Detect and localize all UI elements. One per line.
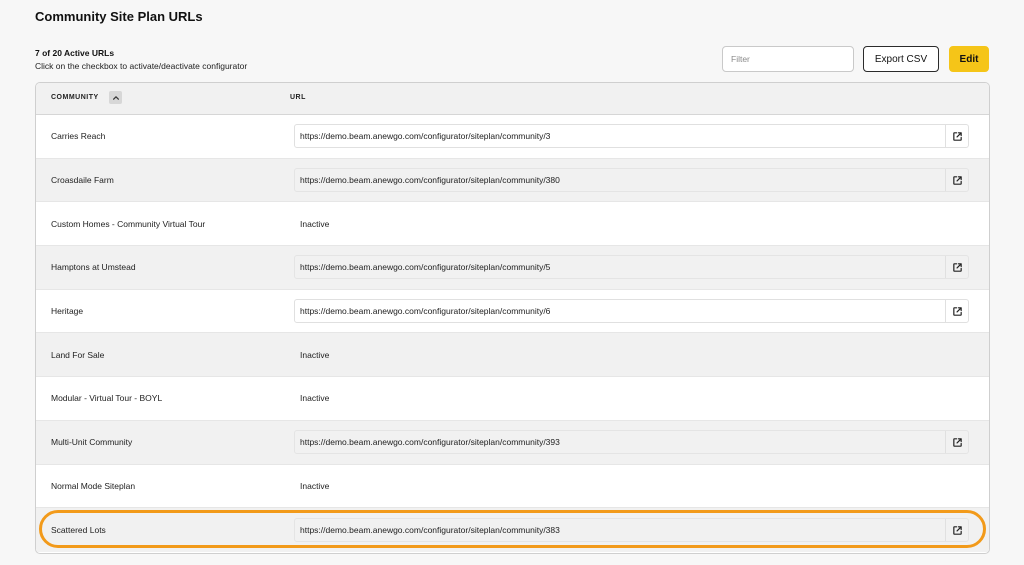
open-url-button[interactable] bbox=[950, 129, 964, 143]
url-field-divider bbox=[945, 431, 946, 454]
open-url-button[interactable] bbox=[950, 523, 964, 537]
table-row: Multi-Unit Community https://demo.beam.an… bbox=[36, 420, 989, 465]
page-title: Community Site Plan URLs bbox=[35, 9, 203, 24]
chevron-up-icon bbox=[112, 95, 119, 100]
url-field-divider bbox=[945, 300, 946, 323]
url-field[interactable]: https://demo.beam.anewgo.com/configurato… bbox=[294, 168, 969, 193]
inactive-status: Inactive bbox=[300, 393, 330, 404]
edit-button[interactable]: Edit bbox=[949, 46, 989, 72]
open-url-button[interactable] bbox=[950, 173, 964, 187]
external-link-icon bbox=[952, 175, 962, 185]
community-name: Scattered Lots bbox=[51, 525, 106, 536]
community-name: Croasdaile Farm bbox=[51, 175, 114, 186]
external-link-icon bbox=[952, 132, 962, 141]
url-text: https://demo.beam.anewgo.com/configurato… bbox=[300, 262, 551, 273]
url-field[interactable]: https://demo.beam.anewgo.com/configurato… bbox=[294, 518, 969, 543]
inactive-status: Inactive bbox=[300, 218, 330, 229]
inactive-status: Inactive bbox=[300, 349, 330, 360]
url-field[interactable]: https://demo.beam.anewgo.com/configurato… bbox=[294, 299, 969, 324]
column-header-url: URL bbox=[290, 94, 306, 101]
table-row: Land For Sale Inactive bbox=[36, 333, 989, 378]
community-name: Custom Homes - Community Virtual Tour bbox=[51, 218, 206, 229]
open-url-button[interactable] bbox=[950, 304, 964, 318]
table-row: Normal Mode Siteplan Inactive bbox=[36, 465, 989, 509]
table-header: COMMUNITY URL bbox=[36, 83, 989, 115]
table-row: Croasdaile Farm https://demo.beam.anewgo.… bbox=[36, 158, 989, 203]
open-url-button[interactable] bbox=[950, 435, 964, 449]
table-row: Hamptons at Umstead https://demo.beam.ane… bbox=[36, 246, 989, 290]
url-field-divider bbox=[945, 256, 946, 279]
community-name: Heritage bbox=[51, 306, 84, 317]
open-url-button[interactable] bbox=[950, 260, 964, 274]
url-field[interactable]: https://demo.beam.anewgo.com/configurato… bbox=[294, 255, 969, 280]
column-header-community: COMMUNITY bbox=[51, 94, 99, 101]
external-link-icon bbox=[952, 525, 962, 535]
external-link-icon bbox=[952, 263, 962, 272]
external-link-icon bbox=[952, 437, 962, 447]
export-csv-button[interactable]: Export CSV bbox=[863, 46, 939, 72]
url-text: https://demo.beam.anewgo.com/configurato… bbox=[300, 437, 560, 448]
url-text: https://demo.beam.anewgo.com/configurato… bbox=[300, 131, 551, 142]
url-field-divider bbox=[945, 169, 946, 192]
community-name: Normal Mode Siteplan bbox=[51, 480, 136, 491]
url-text: https://demo.beam.anewgo.com/configurato… bbox=[300, 175, 560, 186]
community-name: Land For Sale bbox=[51, 349, 105, 360]
community-name: Hamptons at Umstead bbox=[51, 262, 136, 273]
site-plan-url-table: COMMUNITY URL Carries Reach https://demo.… bbox=[35, 82, 990, 554]
sort-toggle-button[interactable] bbox=[109, 91, 122, 104]
community-name: Multi-Unit Community bbox=[51, 437, 133, 448]
external-link-icon bbox=[952, 306, 962, 316]
configurator-hint: Click on the checkbox to activate/deacti… bbox=[35, 61, 248, 71]
url-field-divider bbox=[945, 125, 946, 148]
table-row: Scattered Lots https://demo.beam.anewgo.c… bbox=[36, 508, 989, 552]
table-row: Modular - Virtual Tour - BOYL Inactive bbox=[36, 377, 989, 421]
table-row: Carries Reach https://demo.beam.anewgo.co… bbox=[36, 115, 989, 159]
table-body: Carries Reach https://demo.beam.anewgo.co… bbox=[36, 115, 989, 552]
url-field[interactable]: https://demo.beam.anewgo.com/configurato… bbox=[294, 124, 969, 149]
url-field-divider bbox=[945, 519, 946, 542]
filter-input[interactable] bbox=[722, 46, 854, 72]
community-name: Modular - Virtual Tour - BOYL bbox=[51, 393, 163, 404]
url-text: https://demo.beam.anewgo.com/configurato… bbox=[300, 525, 560, 536]
community-name: Carries Reach bbox=[51, 131, 106, 142]
url-field[interactable]: https://demo.beam.anewgo.com/configurato… bbox=[294, 430, 969, 455]
table-row: Heritage https://demo.beam.anewgo.com/con… bbox=[36, 290, 989, 334]
inactive-status: Inactive bbox=[300, 480, 330, 491]
active-url-summary: 7 of 20 Active URLs bbox=[35, 48, 115, 58]
table-row: Custom Homes - Community Virtual Tour Ina… bbox=[36, 202, 989, 247]
url-text: https://demo.beam.anewgo.com/configurato… bbox=[300, 306, 551, 317]
